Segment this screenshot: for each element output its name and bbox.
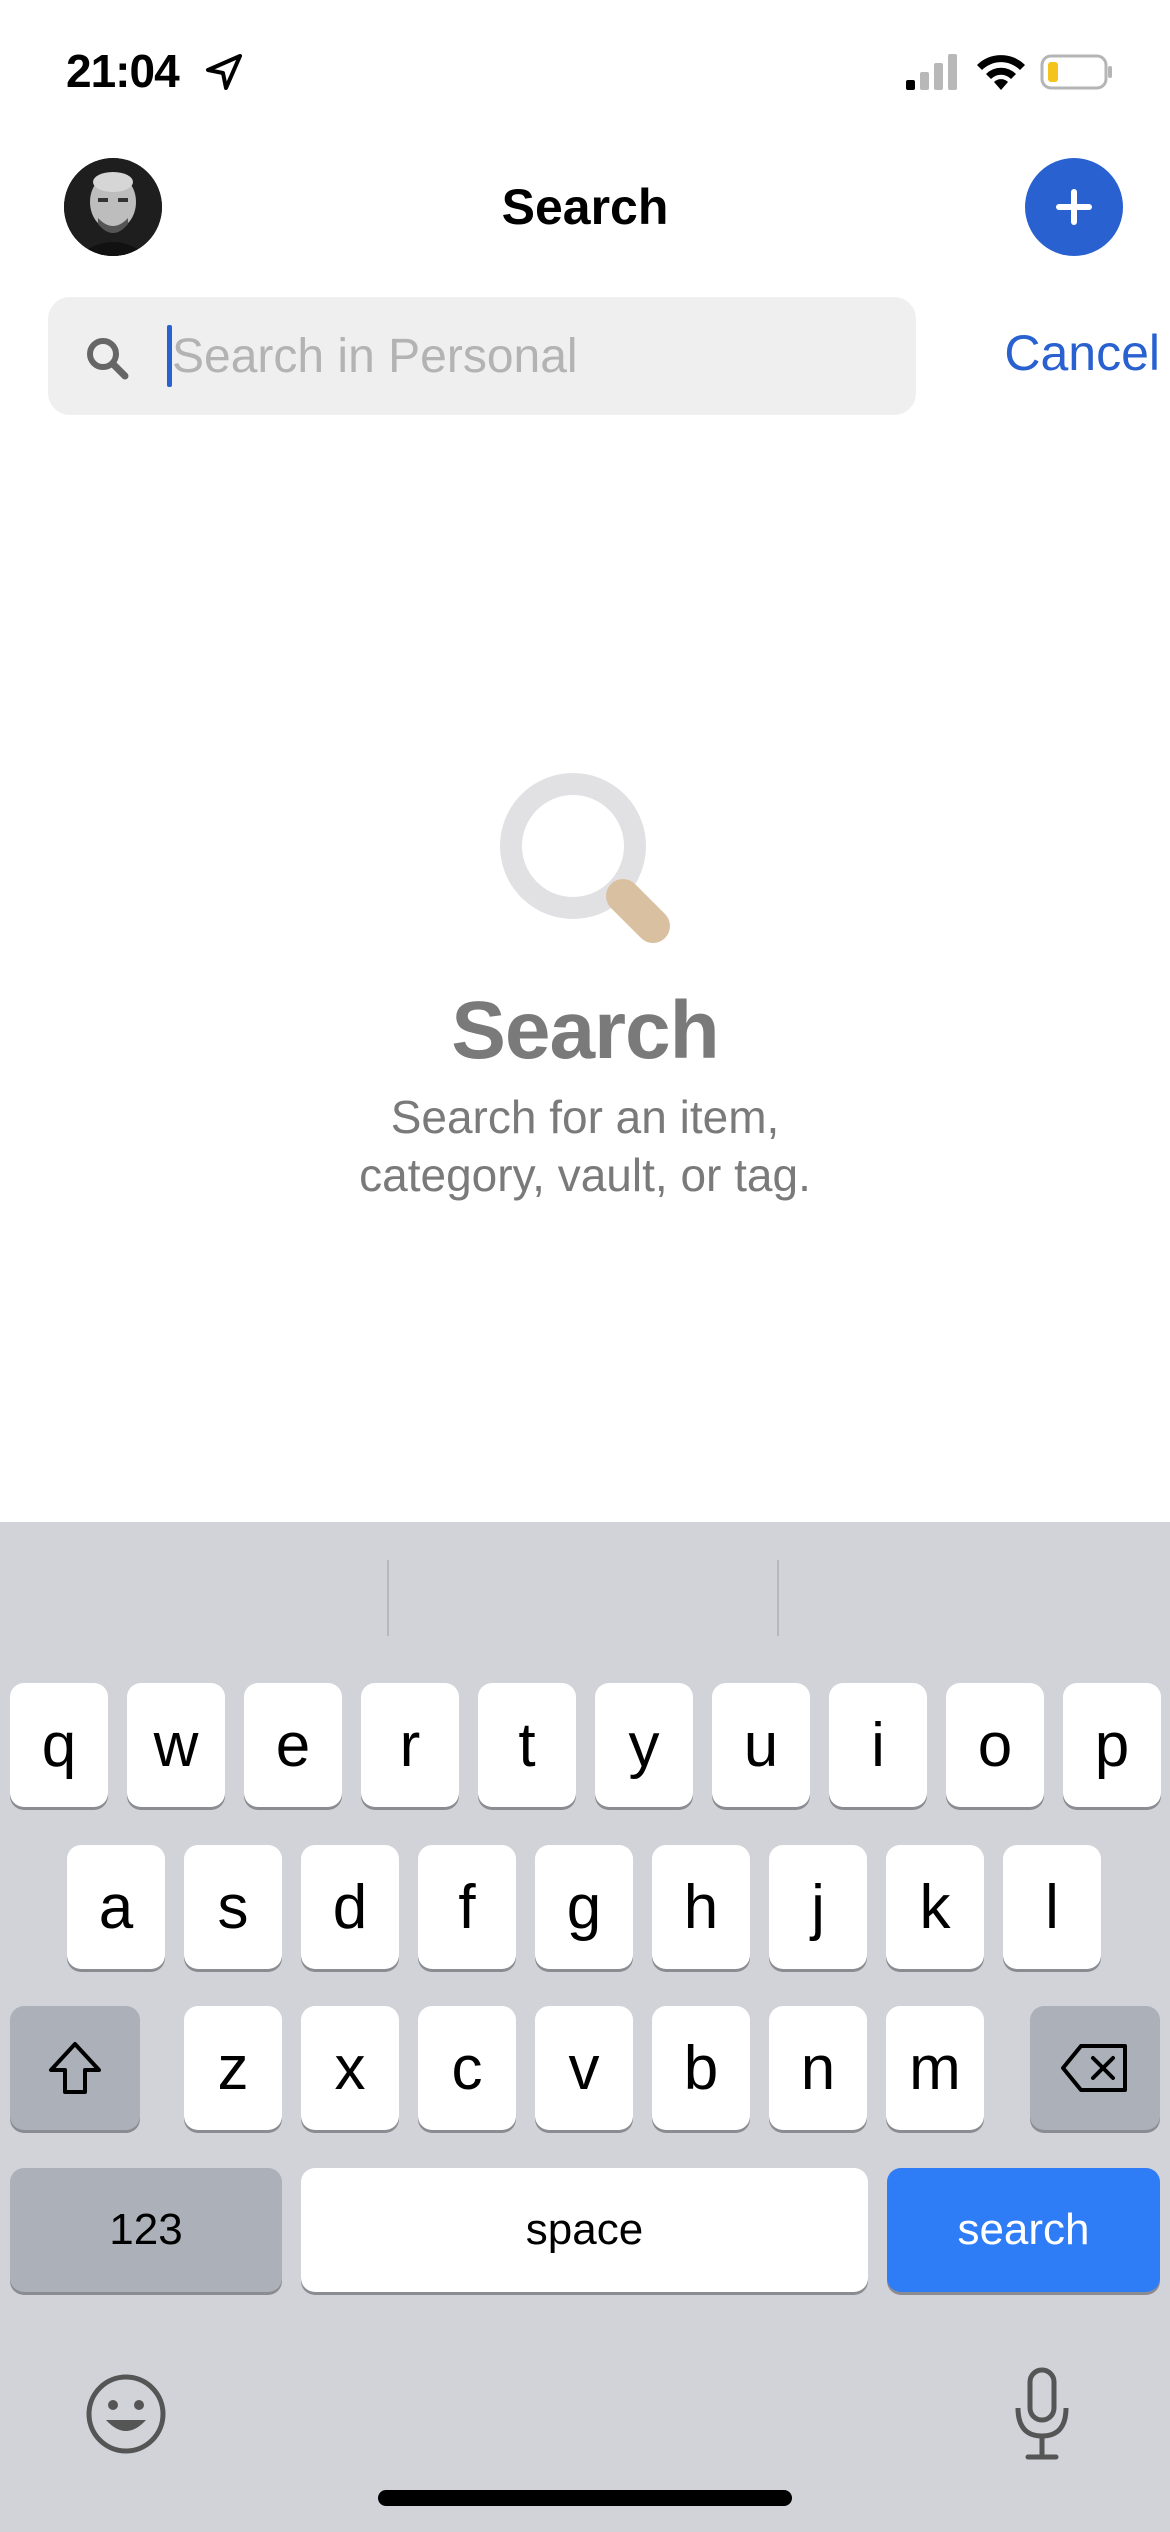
cancel-button[interactable]: Cancel <box>940 324 1160 382</box>
key-u[interactable]: u <box>712 1683 810 1807</box>
key-f[interactable]: f <box>418 1845 516 1969</box>
keyboard: q w e r t y u i o p a s d f g h j k l z … <box>0 1522 1170 2532</box>
key-k[interactable]: k <box>886 1845 984 1969</box>
key-b[interactable]: b <box>652 2006 750 2130</box>
key-o[interactable]: o <box>946 1683 1044 1807</box>
empty-state-description: Search for an item, category, vault, or … <box>0 1088 1170 1204</box>
search-key[interactable]: search <box>887 2168 1160 2292</box>
suggestion-divider <box>387 1560 389 1636</box>
key-x[interactable]: x <box>301 2006 399 2130</box>
key-v[interactable]: v <box>535 2006 633 2130</box>
key-d[interactable]: d <box>301 1845 399 1969</box>
key-m[interactable]: m <box>886 2006 984 2130</box>
location-arrow-icon <box>206 54 242 90</box>
emoji-icon[interactable] <box>84 2372 168 2456</box>
status-time: 21:04 <box>66 45 180 97</box>
shift-key[interactable] <box>10 2006 140 2130</box>
key-y[interactable]: y <box>595 1683 693 1807</box>
key-p[interactable]: p <box>1063 1683 1161 1807</box>
add-button[interactable] <box>1025 158 1123 256</box>
key-q[interactable]: q <box>10 1683 108 1807</box>
key-h[interactable]: h <box>652 1845 750 1969</box>
key-t[interactable]: t <box>478 1683 576 1807</box>
backspace-icon <box>1061 2044 1127 2092</box>
key-s[interactable]: s <box>184 1845 282 1969</box>
key-w[interactable]: w <box>127 1683 225 1807</box>
key-l[interactable]: l <box>1003 1845 1101 1969</box>
key-n[interactable]: n <box>769 2006 867 2130</box>
microphone-icon[interactable] <box>1010 2366 1074 2462</box>
backspace-key[interactable] <box>1030 2006 1160 2130</box>
empty-state-line-1: Search for an item, <box>390 1091 780 1143</box>
search-input[interactable] <box>172 297 892 415</box>
key-i[interactable]: i <box>829 1683 927 1807</box>
plus-icon <box>1056 189 1092 225</box>
battery-icon <box>1040 54 1112 90</box>
key-a[interactable]: a <box>67 1845 165 1969</box>
key-c[interactable]: c <box>418 2006 516 2130</box>
page-title: Search <box>501 179 669 235</box>
wifi-icon <box>977 55 1025 90</box>
magnifier-illustration <box>500 773 670 943</box>
key-e[interactable]: e <box>244 1683 342 1807</box>
search-field[interactable] <box>48 297 916 415</box>
signal-icon <box>906 54 957 90</box>
empty-state-title: Search <box>451 985 720 1076</box>
search-icon <box>87 338 129 380</box>
space-key[interactable]: space <box>301 2168 868 2292</box>
shift-icon <box>49 2042 101 2094</box>
key-r[interactable]: r <box>361 1683 459 1807</box>
suggestion-divider <box>777 1560 779 1636</box>
key-g[interactable]: g <box>535 1845 633 1969</box>
key-z[interactable]: z <box>184 2006 282 2130</box>
home-indicator <box>378 2490 792 2506</box>
numbers-key[interactable]: 123 <box>10 2168 282 2292</box>
key-j[interactable]: j <box>769 1845 867 1969</box>
empty-state-line-2: category, vault, or tag. <box>359 1149 811 1201</box>
status-bar: 21:04 <box>0 0 1170 140</box>
